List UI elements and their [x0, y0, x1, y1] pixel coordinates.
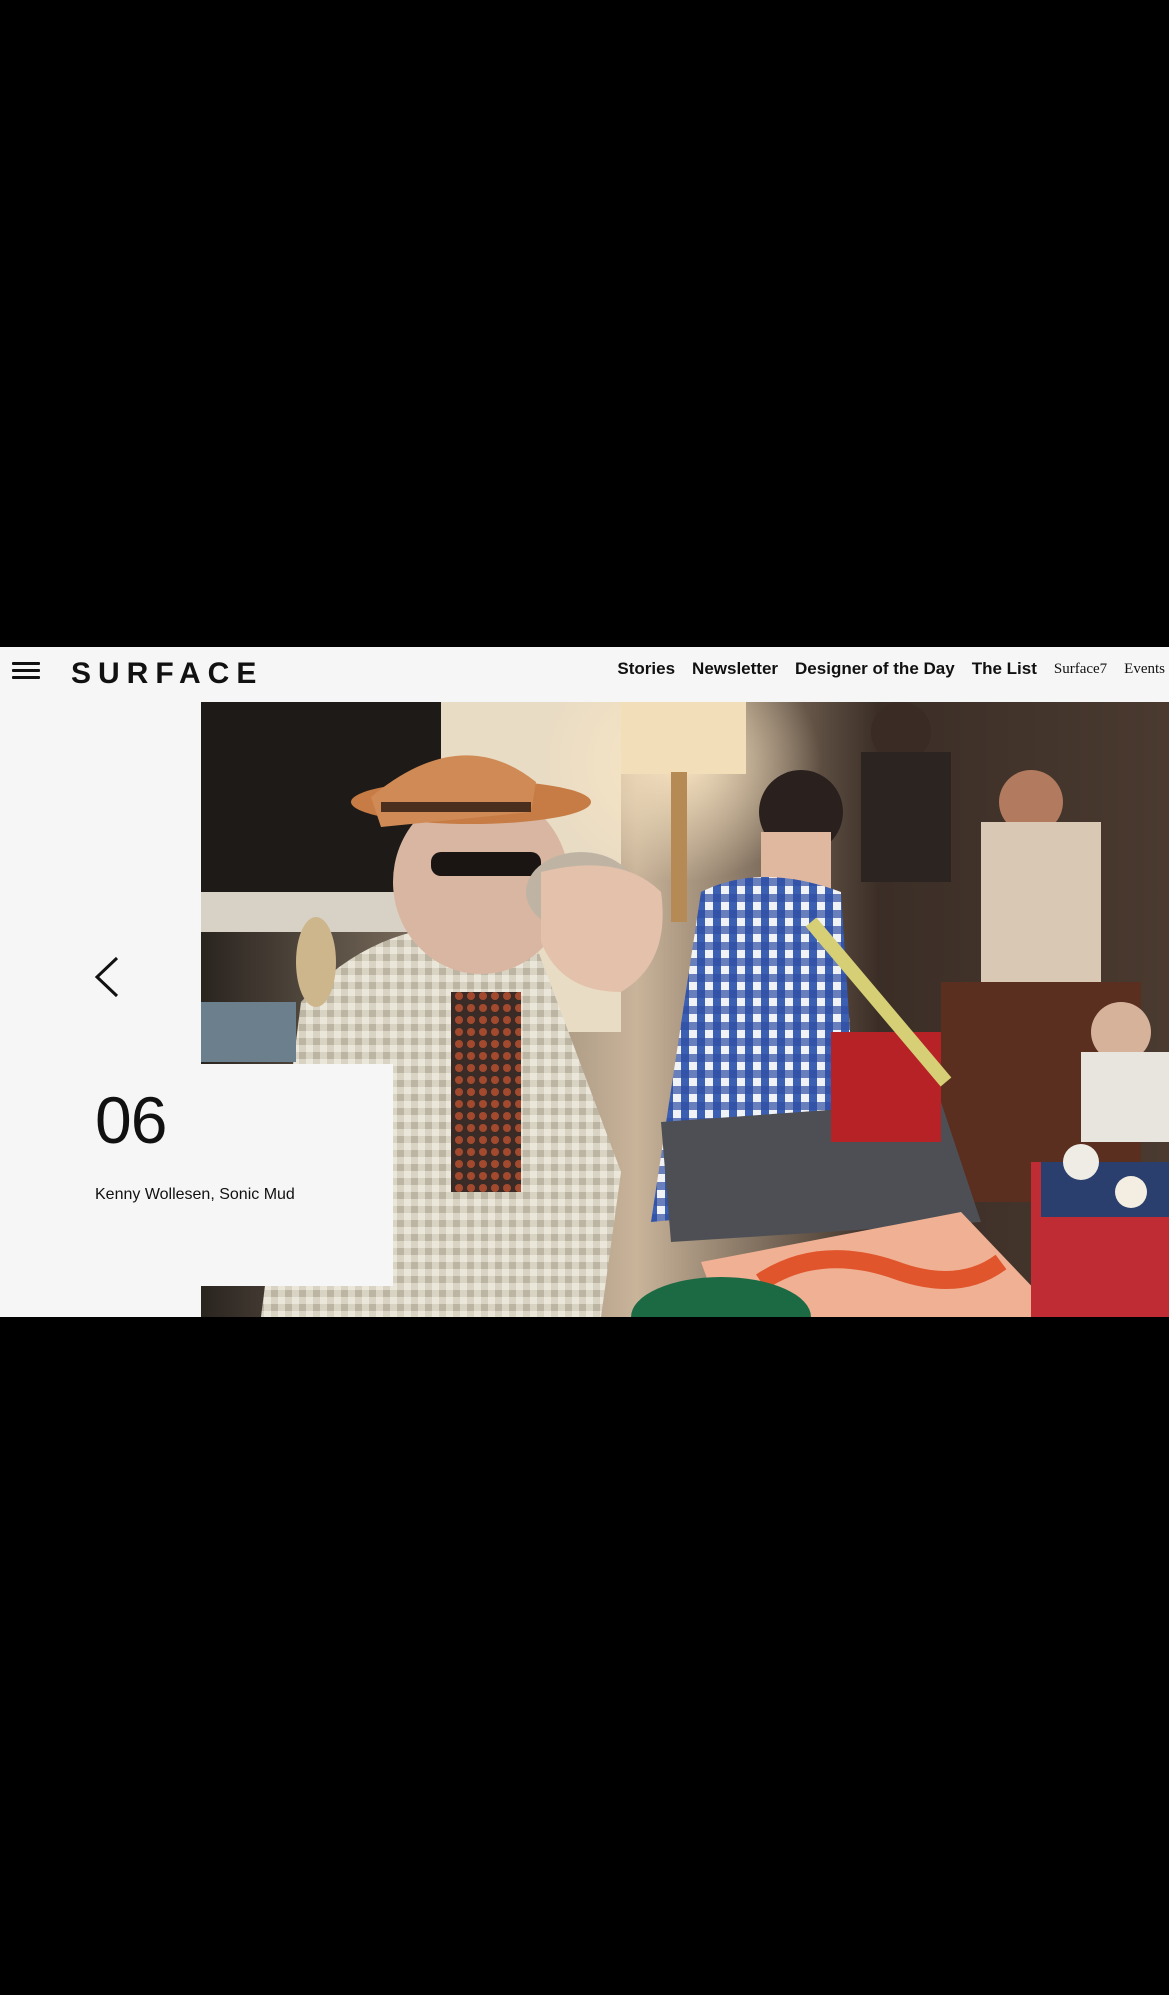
chevron-left-icon[interactable] — [93, 955, 121, 999]
slideshow-frame: SURFACE Stories Newsletter Designer of t… — [0, 647, 1169, 1317]
site-header: SURFACE Stories Newsletter Designer of t… — [0, 647, 1169, 702]
slide-caption: Kenny Wollesen, Sonic Mud — [95, 1186, 295, 1203]
nav-item-surface7[interactable]: Surface7 — [1054, 661, 1107, 678]
nav-item-the-list[interactable]: The List — [972, 659, 1037, 679]
nav-item-events[interactable]: Events — [1124, 661, 1165, 678]
nav-item-designer-of-the-day[interactable]: Designer of the Day — [795, 659, 955, 679]
hamburger-menu-icon[interactable] — [12, 657, 40, 683]
main-nav: Stories Newsletter Designer of the Day T… — [600, 647, 1165, 691]
slide-number: 06 — [95, 1083, 167, 1157]
nav-item-stories[interactable]: Stories — [617, 659, 675, 679]
nav-item-newsletter[interactable]: Newsletter — [692, 659, 778, 679]
slide-caption-panel: 06 Kenny Wollesen, Sonic Mud — [0, 1064, 393, 1286]
site-logo[interactable]: SURFACE — [71, 653, 263, 695]
